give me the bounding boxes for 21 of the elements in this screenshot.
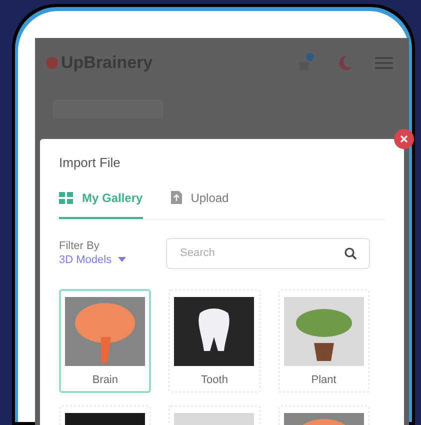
model-card[interactable]: Tooth bbox=[168, 288, 261, 392]
model-name: Brain bbox=[92, 372, 118, 388]
grid-icon bbox=[59, 192, 73, 204]
model-name: Plant bbox=[311, 372, 336, 388]
logo-icon bbox=[45, 56, 59, 70]
model-card[interactable]: Plant bbox=[278, 288, 370, 392]
model-card[interactable]: Brain bbox=[59, 288, 152, 392]
caret-icon bbox=[118, 257, 126, 263]
menu-icon[interactable] bbox=[375, 57, 393, 69]
tab[interactable]: Upload bbox=[170, 188, 229, 218]
filter-label: Filter By bbox=[59, 239, 100, 253]
moon-icon[interactable] bbox=[337, 55, 353, 71]
close-icon bbox=[399, 134, 409, 144]
search-icon[interactable] bbox=[344, 246, 357, 260]
cart-icon[interactable] bbox=[297, 53, 315, 73]
filter-dropdown[interactable]: 3D Models bbox=[59, 253, 126, 267]
search-field[interactable]: Search bbox=[166, 238, 370, 268]
model-name: Tooth bbox=[201, 372, 228, 388]
dialog-title: Import File bbox=[59, 154, 122, 172]
close-button[interactable] bbox=[394, 129, 414, 149]
file-icon bbox=[170, 191, 182, 204]
